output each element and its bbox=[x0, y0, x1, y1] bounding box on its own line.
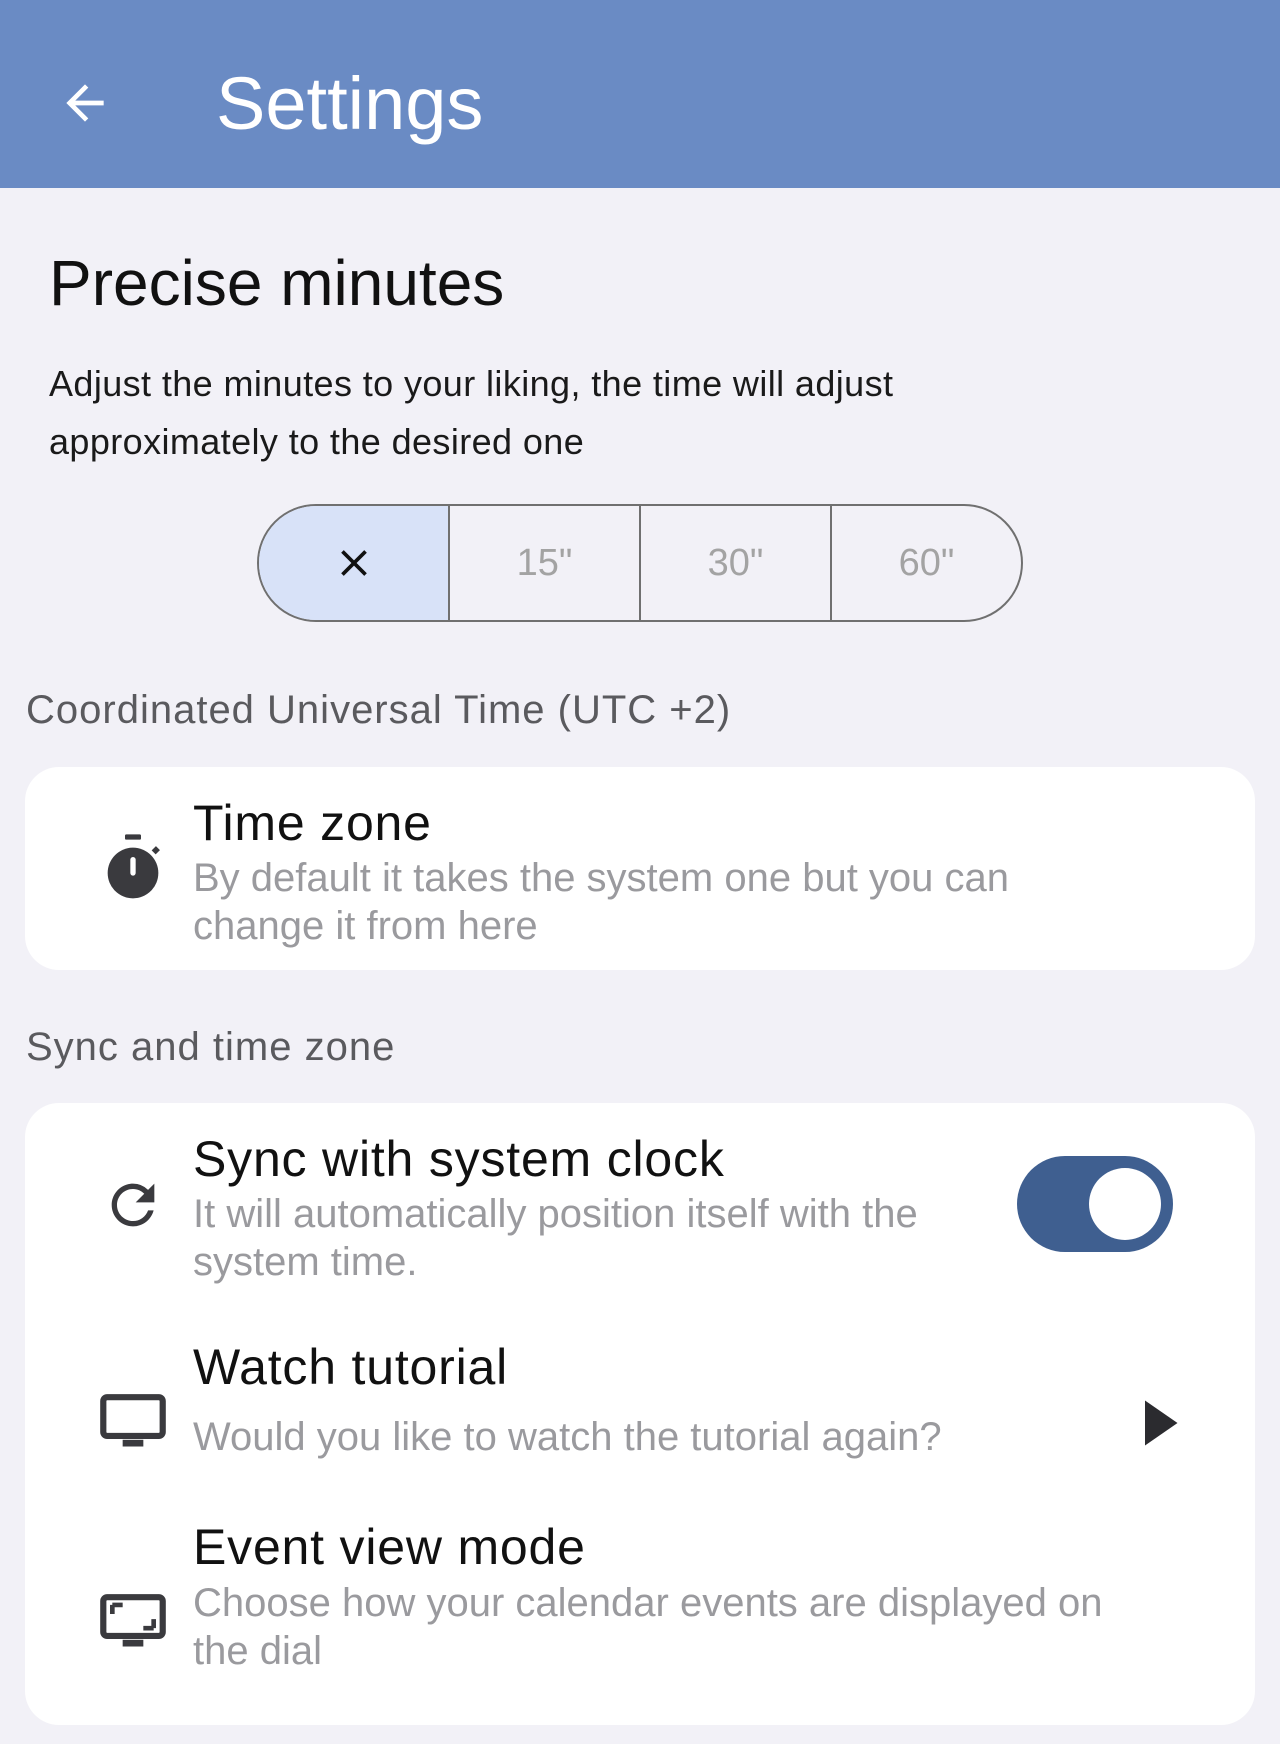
refresh-icon bbox=[85, 1157, 181, 1253]
utc-group-label: Coordinated Universal Time (UTC +2) bbox=[26, 688, 732, 732]
segment-off[interactable] bbox=[259, 506, 450, 620]
close-icon bbox=[340, 550, 367, 576]
sync-clock-subtitle: It will automatically position itself wi… bbox=[193, 1192, 918, 1284]
stopwatch-icon bbox=[85, 821, 181, 917]
minutes-segmented-control: 15" 30" 60" bbox=[257, 504, 1023, 622]
sync-group-label: Sync and time zone bbox=[26, 1025, 396, 1069]
monitor-icon bbox=[85, 1375, 181, 1471]
fullscreen-monitor-icon bbox=[85, 1575, 181, 1671]
event-view-mode-title: Event view mode bbox=[193, 1519, 586, 1575]
segment-30-label: 30" bbox=[707, 541, 764, 584]
segment-60-label: 60" bbox=[898, 541, 955, 584]
play-arrow-icon[interactable] bbox=[1135, 1393, 1185, 1453]
back-button[interactable] bbox=[50, 68, 120, 138]
segment-30[interactable]: 30" bbox=[641, 506, 832, 620]
watch-tutorial-subtitle: Would you like to watch the tutorial aga… bbox=[193, 1415, 942, 1459]
segment-15-label: 15" bbox=[516, 541, 573, 584]
watch-tutorial-row[interactable]: Watch tutorial Would you like to watch t… bbox=[25, 1313, 1255, 1525]
page-title: Settings bbox=[216, 62, 484, 145]
time-zone-title: Time zone bbox=[193, 795, 432, 851]
sync-clock-toggle[interactable] bbox=[1017, 1156, 1173, 1252]
segment-60[interactable]: 60" bbox=[832, 506, 1021, 620]
utc-card: Time zone By default it takes the system… bbox=[25, 767, 1255, 970]
app-bar: Settings bbox=[0, 0, 1280, 188]
watch-tutorial-title: Watch tutorial bbox=[193, 1339, 509, 1395]
precise-minutes-title: Precise minutes bbox=[49, 247, 505, 319]
event-view-mode-subtitle: Choose how your calendar events are disp… bbox=[193, 1581, 1103, 1673]
arrow-left-icon bbox=[66, 84, 104, 122]
precise-minutes-description: Adjust the minutes to your liking, the t… bbox=[49, 363, 894, 462]
event-view-mode-row[interactable]: Event view mode Choose how your calendar… bbox=[25, 1519, 1255, 1725]
toggle-knob bbox=[1089, 1168, 1161, 1240]
time-zone-subtitle: By default it takes the system one but y… bbox=[193, 856, 1010, 948]
sync-card: Sync with system clock It will automatic… bbox=[25, 1103, 1255, 1725]
segment-15[interactable]: 15" bbox=[450, 506, 641, 620]
sync-clock-row[interactable]: Sync with system clock It will automatic… bbox=[25, 1103, 1255, 1313]
sync-clock-title: Sync with system clock bbox=[193, 1131, 725, 1187]
time-zone-row[interactable]: Time zone By default it takes the system… bbox=[25, 767, 1255, 970]
